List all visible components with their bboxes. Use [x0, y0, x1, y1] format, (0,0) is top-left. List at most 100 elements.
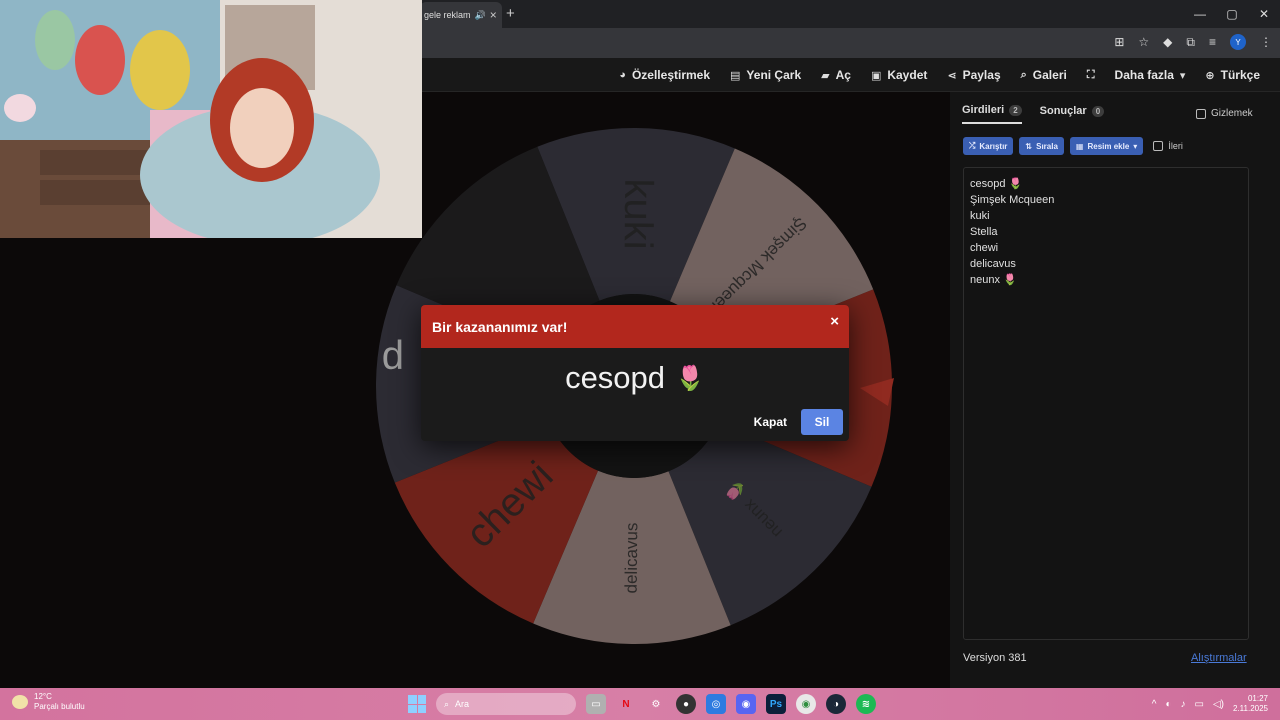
browser-tab[interactable]: gele reklam 🔊 ×: [420, 2, 502, 28]
advanced-label: İleri: [1168, 141, 1183, 151]
nav-share[interactable]: ⋖ Paylaş: [947, 68, 1000, 82]
webcam-overlay: [0, 0, 422, 238]
windows-start-icon[interactable]: [408, 695, 426, 713]
nav-open-label: Aç: [835, 68, 851, 82]
close-tab-icon[interactable]: ×: [490, 8, 497, 22]
nav-language[interactable]: ⊕ Türkçe: [1205, 68, 1260, 82]
tab-entries[interactable]: Girdileri 2: [962, 104, 1022, 124]
obs-icon[interactable]: ●: [676, 694, 696, 714]
dialog-header: Bir kazananımız var!: [421, 305, 849, 348]
panel-tabs: Girdileri 2 Sonuçlar 0: [962, 104, 1105, 124]
dialog-title: Bir kazananımız var!: [432, 318, 568, 335]
advanced-checkbox[interactable]: [1153, 141, 1164, 151]
weather-condition: Parçalı bulutlu: [34, 702, 85, 711]
reading-list-icon[interactable]: ≡: [1209, 35, 1216, 49]
save-icon: ▣: [870, 69, 882, 82]
taskbar-search[interactable]: ⌕ Ara: [436, 693, 576, 715]
entry-line: cesopd 🌷: [970, 178, 1023, 190]
nav-customize-label: Özelleştirmek: [631, 68, 711, 82]
caret-down-icon: ▾: [1179, 69, 1186, 82]
tab-results[interactable]: Sonuçlar 0: [1040, 104, 1105, 124]
sort-button[interactable]: ⇅ Sırala: [1019, 137, 1064, 155]
extension-diamond-icon[interactable]: ◆: [1163, 35, 1172, 49]
clock-date: 2.11.2025: [1233, 704, 1268, 713]
hide-label: Gizlemek: [1211, 108, 1253, 119]
minimize-button[interactable]: —: [1184, 0, 1216, 28]
entry-line: neunx 🌷: [970, 274, 1017, 286]
shuffle-icon: ⤮: [969, 141, 976, 150]
netflix-icon[interactable]: N: [616, 694, 636, 714]
globe-icon: ⊕: [1205, 69, 1215, 82]
puzzle-icon[interactable]: ⧉: [1186, 35, 1195, 50]
photoshop-icon[interactable]: Ps: [766, 694, 786, 714]
nav-fullscreen[interactable]: ⛶: [1087, 69, 1095, 82]
settings-icon[interactable]: ⚙: [646, 694, 666, 714]
dialog-close-icon[interactable]: ×: [830, 313, 839, 330]
nav-new-wheel[interactable]: ▤ Yeni Çark: [730, 68, 801, 82]
chevron-up-icon[interactable]: ^: [1152, 699, 1157, 710]
sort-label: Sırala: [1036, 141, 1058, 151]
new-tab-button[interactable]: +: [506, 5, 515, 22]
temperature: 12°C: [34, 692, 52, 701]
app-blue-icon[interactable]: ◎: [706, 694, 726, 714]
weather-widget[interactable]: 12°C Parçalı bulutlu: [12, 692, 85, 712]
menu-icon[interactable]: ⋮: [1260, 35, 1272, 49]
image-icon: ▦: [1075, 141, 1084, 151]
entries-textarea[interactable]: cesopd 🌷 Şimşek Mcqueen kuki Stella chew…: [963, 167, 1249, 640]
tab-entries-label: Girdileri: [962, 104, 1005, 116]
nav-save-label: Kaydet: [887, 68, 928, 82]
screen: gele reklam 🔊 × + — ▢ ✕ ⊞ ☆ ◆ ⧉ ≡ Y ⋮ ◕ …: [0, 0, 1280, 720]
taskbar-apps: ⌕ Ara ▭ N ⚙ ● ◎ ◉ Ps ◉ ◑ ≋: [408, 692, 876, 716]
volume-icon[interactable]: ◁): [1213, 699, 1224, 710]
hide-toggle[interactable]: Gizlemek: [1196, 108, 1253, 119]
exercises-link[interactable]: Alıştırmalar: [1191, 652, 1247, 664]
nav-open[interactable]: ▰ Aç: [821, 68, 851, 82]
results-count-badge: 0: [1091, 105, 1105, 117]
display-icon[interactable]: ▭: [1195, 699, 1204, 710]
microphone-icon[interactable]: ♪: [1181, 699, 1186, 710]
shuffle-button[interactable]: ⤮ Karıştır: [963, 137, 1014, 155]
caret-down-icon: ▾: [1133, 141, 1138, 151]
steam-icon[interactable]: ◑: [826, 694, 846, 714]
speaker-icon[interactable]: 🔊: [475, 10, 486, 21]
discord-icon[interactable]: ◉: [736, 694, 756, 714]
clock-time: 01:27: [1247, 694, 1268, 703]
file-icon: ▤: [730, 69, 741, 82]
entries-count-badge: 2: [1009, 104, 1022, 116]
hide-checkbox[interactable]: [1196, 108, 1206, 119]
add-image-label: Resim ekle: [1087, 141, 1130, 151]
system-tray: ^ ◐ ♪ ▭ ◁) 01:27 2.11.2025: [1152, 692, 1268, 716]
translate-icon[interactable]: ⊞: [1114, 35, 1124, 49]
search-icon: ⌕: [444, 698, 450, 709]
nav-gallery[interactable]: ⌕ Galeri: [1021, 68, 1067, 82]
nav-customize[interactable]: ◕ Özelleştirmek: [619, 68, 710, 82]
winner-name: cesopd: [565, 360, 666, 395]
winner-dialog: Bir kazananımız var! × cesopd 🌷 Kapat Si…: [421, 305, 849, 441]
nav-share-label: Paylaş: [962, 68, 1001, 82]
nav-save[interactable]: ▣ Kaydet: [871, 68, 927, 82]
network-icon[interactable]: ◐: [1165, 699, 1171, 710]
clock[interactable]: 01:27 2.11.2025: [1233, 694, 1268, 714]
search-placeholder: Ara: [455, 699, 470, 709]
advanced-toggle[interactable]: İleri: [1153, 141, 1183, 151]
window-controls: — ▢ ✕: [1184, 0, 1280, 28]
close-button[interactable]: Kapat: [754, 415, 787, 429]
chrome-icon[interactable]: ◉: [796, 694, 816, 714]
nav-more[interactable]: Daha fazla ▾: [1115, 68, 1186, 82]
sort-icon: ⇅: [1025, 141, 1033, 151]
profile-avatar[interactable]: Y: [1230, 34, 1246, 50]
entry-line: Şimşek Mcqueen: [970, 194, 1055, 206]
task-view-icon[interactable]: ▭: [586, 694, 606, 714]
star-icon[interactable]: ☆: [1138, 35, 1149, 49]
nav-gallery-label: Galeri: [1032, 68, 1067, 82]
shuffle-label: Karıştır: [979, 141, 1008, 151]
spotify-icon[interactable]: ≋: [856, 694, 876, 714]
add-image-button[interactable]: ▦ Resim ekle ▾: [1069, 137, 1144, 155]
delete-button[interactable]: Sil: [801, 409, 843, 435]
entry-line: kuki: [970, 210, 990, 222]
close-window-button[interactable]: ✕: [1248, 0, 1280, 28]
nav-new-wheel-label: Yeni Çark: [746, 68, 802, 82]
maximize-button[interactable]: ▢: [1216, 0, 1248, 28]
webcam-image: [0, 0, 422, 238]
version-label: Versiyon 381: [963, 652, 1027, 664]
